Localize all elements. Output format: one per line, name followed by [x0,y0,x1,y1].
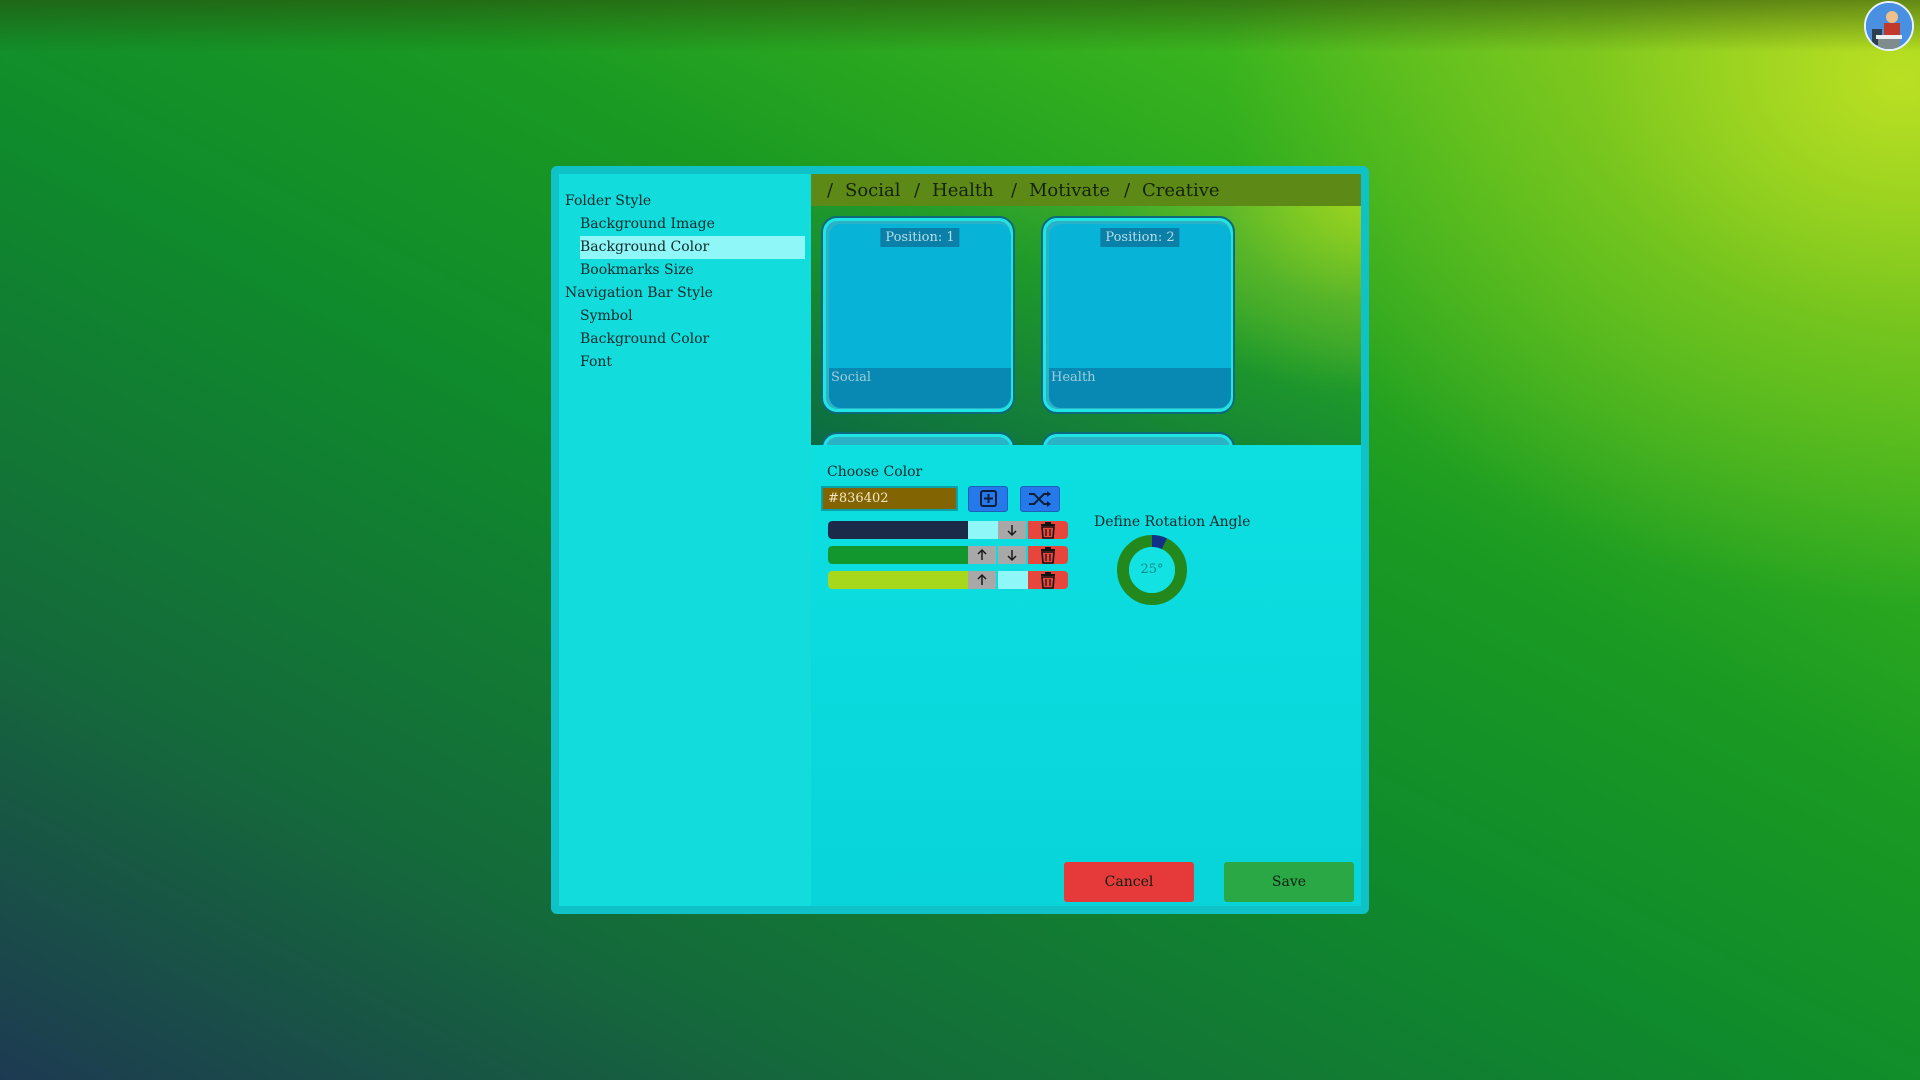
save-button[interactable]: Save [1224,862,1354,902]
folder-position-badge: Position: 1 [880,228,960,247]
arrow-up-icon [977,573,987,585]
avatar[interactable] [1864,1,1914,51]
move-down-button[interactable] [998,521,1026,539]
menu-item-nav-background-color[interactable]: Background Color [580,328,805,351]
gradient-stop-row [828,546,1068,564]
settings-main: / Social / Health / Motivate / Creative … [811,174,1361,906]
delete-stop-button[interactable] [1028,546,1068,564]
folder-tile-partial[interactable] [1041,432,1235,445]
folder-tile-partial[interactable] [821,432,1015,445]
gradient-stop-swatch[interactable] [828,521,968,539]
delete-stop-button[interactable] [1028,571,1068,589]
delete-stop-button[interactable] [1028,521,1068,539]
folder-label: Health [1051,370,1096,385]
menu-group-folder-style[interactable]: Folder Style [565,190,651,213]
rotation-angle-dial[interactable] [1116,534,1188,606]
menu-group-navigation-bar-style[interactable]: Navigation Bar Style [565,282,713,305]
folder-body: Position: 2 Health [1049,224,1231,408]
folder-preview: / Social / Health / Motivate / Creative … [811,174,1361,445]
shuffle-icon [1029,491,1051,507]
shuffle-colors-button[interactable] [1020,486,1060,512]
nav-tab-social[interactable]: Social [845,180,901,201]
add-color-button[interactable] [968,486,1008,512]
folder-footer: Health [1049,368,1231,408]
nav-separator: / [914,180,921,201]
gradient-stop-row [828,521,1068,539]
folder-tile[interactable]: Position: 2 Health [1041,216,1235,414]
nav-tab-health[interactable]: Health [932,180,994,201]
settings-sidebar: Folder Style Background Image Background… [559,174,811,906]
move-up-button[interactable] [968,571,996,589]
nav-separator: / [1124,180,1131,201]
gradient-row-spacer [998,571,1028,589]
move-up-button[interactable] [968,546,996,564]
folder-footer: Social [829,368,1011,408]
trash-icon [1041,572,1055,589]
dialog-content: Folder Style Background Image Background… [559,174,1361,906]
nav-separator: / [1011,180,1018,201]
top-bar [0,0,1920,52]
nav-separator: / [827,180,834,201]
folder-position-badge: Position: 2 [1100,228,1180,247]
menu-item-font[interactable]: Font [580,351,805,374]
arrow-down-icon [1007,525,1017,537]
menu-item-bookmarks-size[interactable]: Bookmarks Size [580,259,805,282]
add-color-icon [980,490,997,507]
arrow-down-icon [1007,550,1017,562]
arrow-up-icon [977,548,987,560]
menu-item-background-image[interactable]: Background Image [580,213,805,236]
gradient-stop-swatch[interactable] [828,546,968,564]
menu-item-folder-background-color[interactable]: Background Color [580,236,805,259]
cancel-button[interactable]: Cancel [1064,862,1194,902]
folder-body: Position: 1 Social [829,224,1011,408]
trash-icon [1041,522,1055,539]
folder-tile[interactable]: Position: 1 Social [821,216,1015,414]
menu-item-symbol[interactable]: Symbol [580,305,805,328]
gradient-stop-swatch[interactable] [828,571,968,589]
gradient-stop-row [828,571,1068,589]
choose-color-label: Choose Color [827,464,923,480]
trash-icon [1041,547,1055,564]
preview-navbar: / Social / Health / Motivate / Creative [811,174,1361,206]
folder-label: Social [831,370,872,385]
color-hex-input[interactable]: #836402 [821,486,958,511]
gradient-row-spacer [968,521,998,539]
move-down-button[interactable] [998,546,1026,564]
nav-tab-creative[interactable]: Creative [1142,180,1220,201]
settings-dialog: Folder Style Background Image Background… [551,166,1369,914]
nav-tab-motivate[interactable]: Motivate [1029,180,1110,201]
rotation-angle-label: Define Rotation Angle [1094,514,1251,530]
